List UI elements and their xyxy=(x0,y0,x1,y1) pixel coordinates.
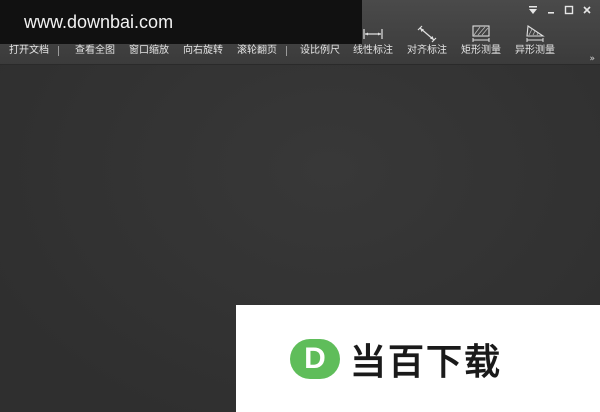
irregular-measure-icon xyxy=(524,25,546,43)
rect-measure-icon xyxy=(470,25,492,43)
rect-measure-button[interactable]: 矩形测量 xyxy=(458,20,504,62)
aligned-dimension-button[interactable]: 对齐标注 xyxy=(404,20,450,62)
tool-label: 矩形测量 xyxy=(461,45,501,56)
brand-name: 当百下载 xyxy=(350,341,503,383)
close-icon[interactable] xyxy=(580,3,594,17)
tool-label: 滚轮翻页 xyxy=(237,45,277,56)
brand-watermark: D 当百下载 xyxy=(236,305,600,412)
site-url: www.downbai.com xyxy=(24,11,174,32)
site-watermark: www.downbai.com xyxy=(0,0,362,44)
tool-label: 向右旋转 xyxy=(183,45,223,56)
separator xyxy=(286,46,287,56)
menu-dropdown-icon[interactable] xyxy=(526,3,540,17)
tool-label: 异形测量 xyxy=(515,45,555,56)
tool-label: 打开文档 xyxy=(9,45,49,56)
maximize-icon[interactable] xyxy=(562,3,576,17)
aligned-dimension-icon xyxy=(416,25,438,43)
tool-label: 设比例尺 xyxy=(300,45,340,56)
brand-logo-icon: D xyxy=(290,338,340,379)
more-tools-button[interactable]: » xyxy=(589,54,595,64)
tool-label: 线性标注 xyxy=(353,45,393,56)
tool-label: 查看全图 xyxy=(75,45,115,56)
irregular-measure-button[interactable]: 异形测量 xyxy=(512,20,558,62)
minimize-icon[interactable] xyxy=(544,3,558,17)
tool-label: 对齐标注 xyxy=(407,45,447,56)
window-controls xyxy=(526,3,594,17)
separator xyxy=(58,46,59,56)
tool-label: 窗口缩放 xyxy=(129,45,169,56)
linear-dimension-icon xyxy=(362,25,384,43)
app-window: 打开文档 查看全图 窗口缩放 向右旋转 滚轮翻页 设比例尺 线性标注 对齐标注 … xyxy=(0,0,600,412)
